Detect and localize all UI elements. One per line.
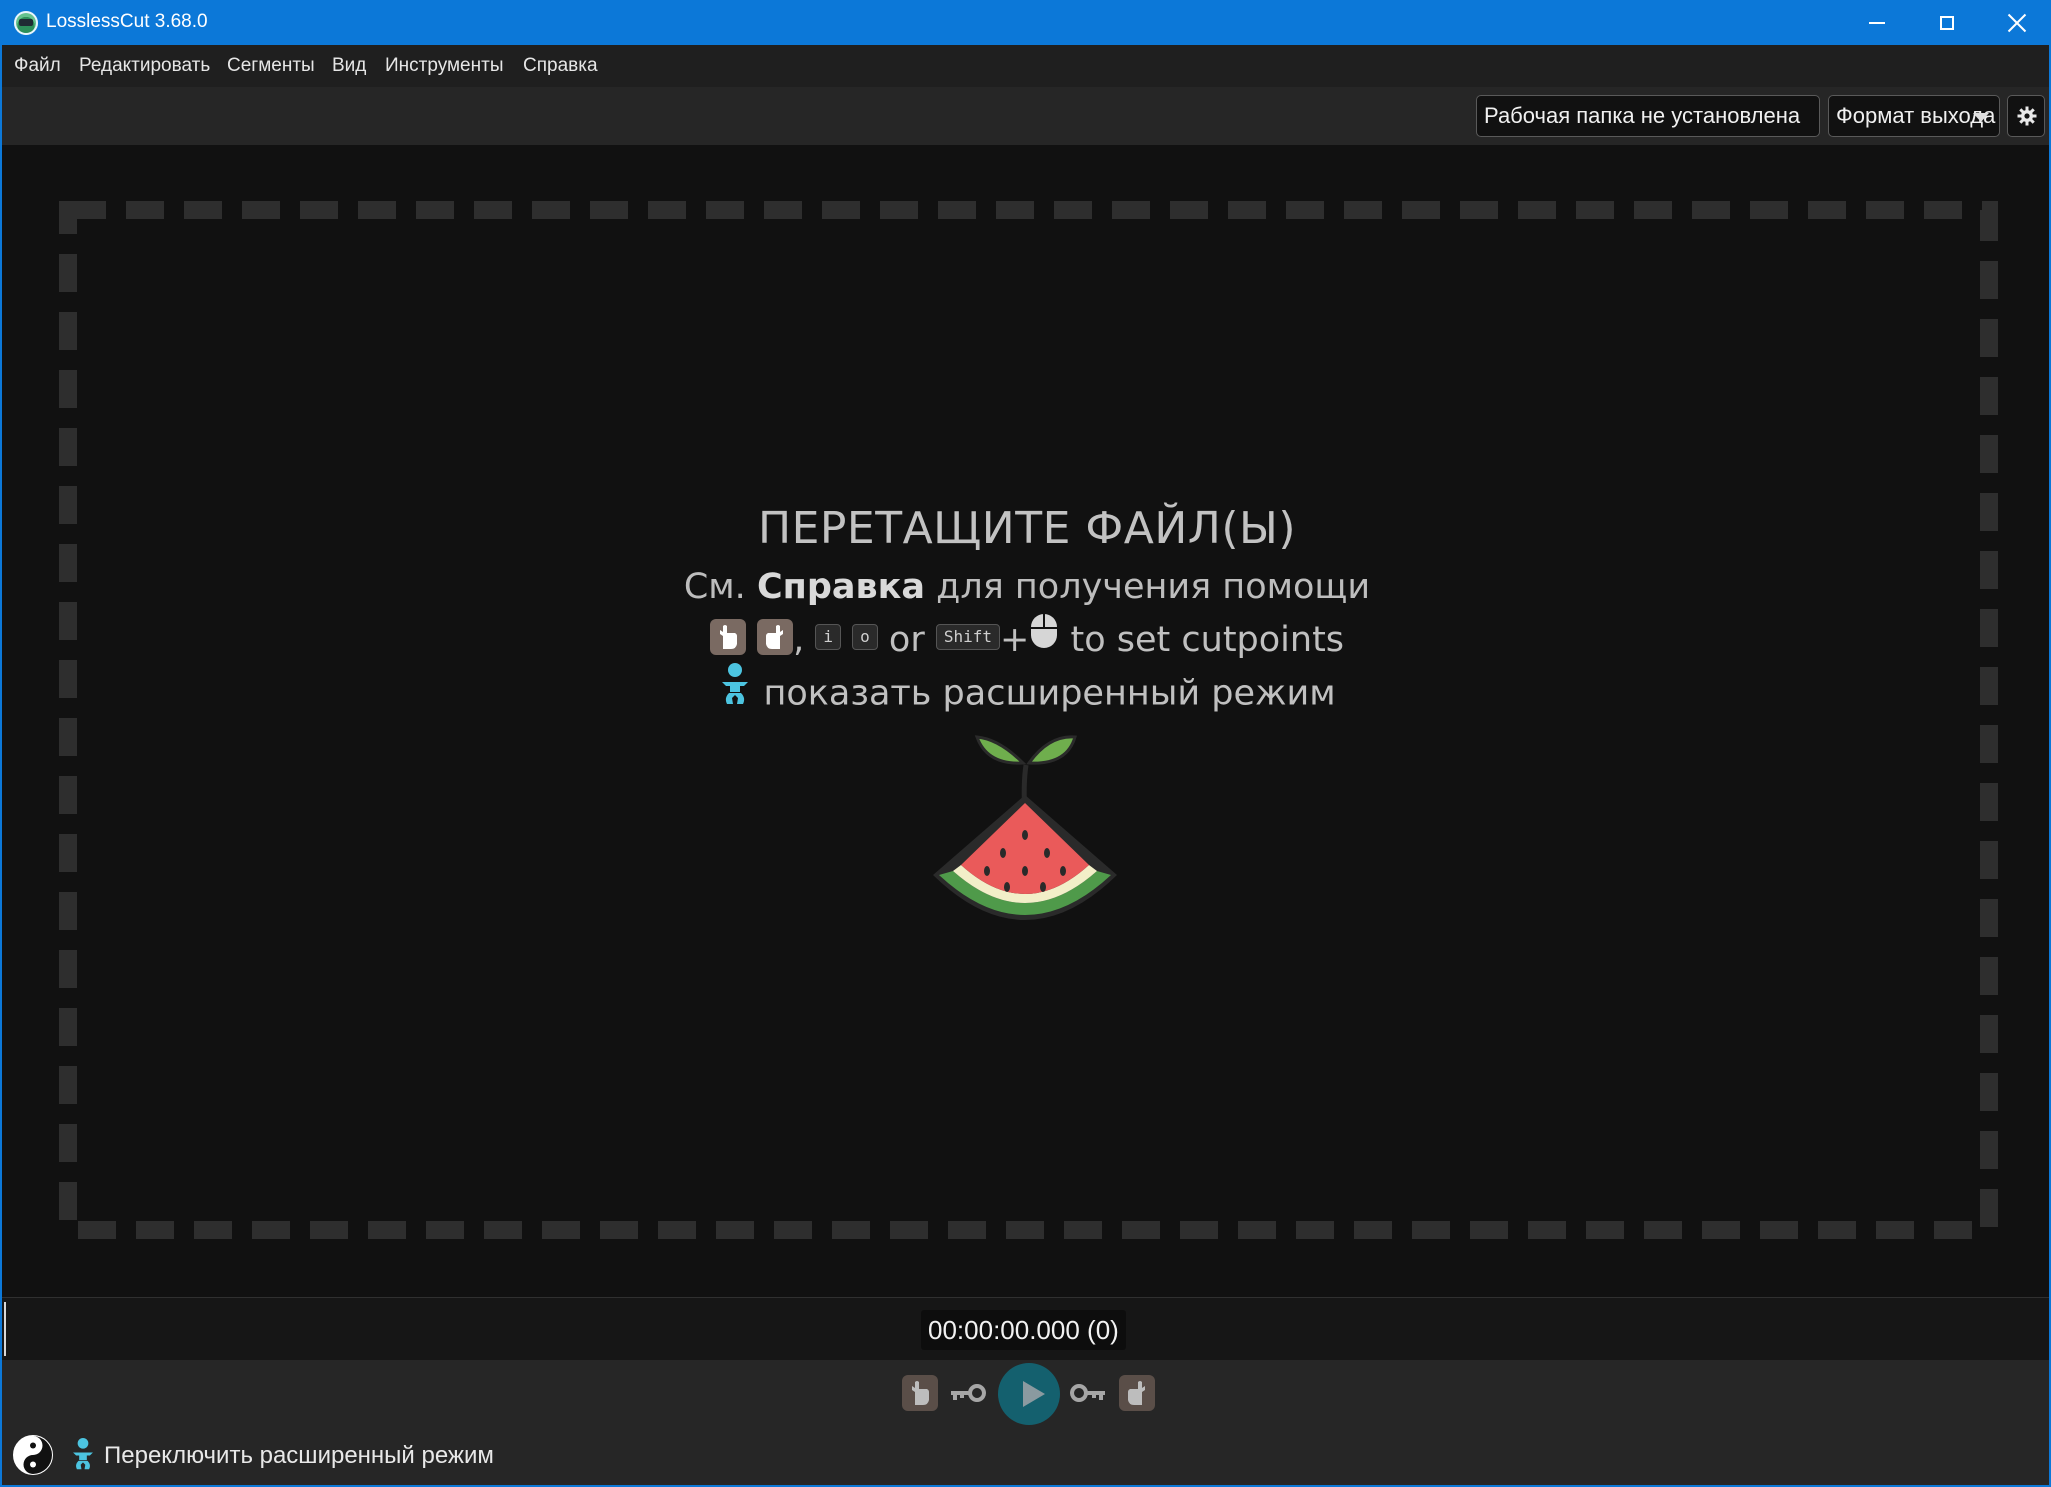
toggle-advanced-label[interactable]: Переключить расширенный режим (104, 1442, 494, 1470)
cutpoint-hint: , i o or Shift + to set cutpoints (602, 614, 1452, 666)
theme-toggle-button[interactable] (12, 1434, 54, 1480)
set-start-hand-icon (709, 619, 746, 655)
set-cut-start-button[interactable] (902, 1375, 938, 1411)
output-format-label: Формат выхода (1836, 103, 1996, 128)
settings-button[interactable] (2007, 95, 2045, 137)
play-button[interactable] (998, 1363, 1060, 1425)
app-window: LosslessCut 3.68.0 Файл Редактировать Се… (0, 0, 2051, 1487)
help-suffix: для получения помощи (936, 567, 1371, 607)
baby-icon (73, 1437, 93, 1470)
cut-or: or (888, 620, 925, 660)
app-logo-icon (14, 11, 38, 35)
output-format-select[interactable]: Формат выхода (1828, 95, 2000, 137)
hand-left-icon (912, 1381, 929, 1405)
maximize-button[interactable] (1912, 0, 1982, 45)
hand-right-icon (1128, 1381, 1145, 1405)
maximize-icon (1940, 15, 1954, 30)
drop-instructions: ПЕРЕТАЩИТЕ ФАЙЛ(Ы) См. Справка для получ… (602, 500, 1452, 723)
drop-area[interactable]: ПЕРЕТАЩИТЕ ФАЙЛ(Ы) См. Справка для получ… (2, 145, 2049, 1297)
gear-icon (2017, 106, 2037, 126)
timeline[interactable]: 00:00:00.000 (0) (2, 1297, 2049, 1361)
menu-tools[interactable]: Инструменты (385, 55, 503, 77)
key-shift: Shift (935, 624, 1001, 650)
toggle-advanced-icon-button[interactable] (70, 1437, 96, 1475)
watermelon-logo-icon (933, 735, 1117, 920)
menu-bar: Файл Редактировать Сегменты Вид Инструме… (2, 45, 2049, 87)
set-end-hand-icon (757, 619, 794, 655)
drop-title: ПЕРЕТАЩИТЕ ФАЙЛ(Ы) (757, 503, 1297, 554)
chevron-down-icon (1973, 113, 1989, 122)
help-prefix: См. (683, 567, 746, 607)
cut-suffix: to set cutpoints (1070, 620, 1345, 660)
menu-help[interactable]: Справка (523, 55, 598, 77)
help-hint: См. Справка для получения помощи (602, 558, 1452, 616)
cut-plus: + (1000, 620, 1030, 660)
key-i: i (815, 624, 841, 650)
cut-separator: , (793, 620, 805, 660)
menu-edit[interactable]: Редактировать (79, 55, 210, 77)
timeline-cursor[interactable] (4, 1302, 6, 1356)
menu-view[interactable]: Вид (332, 55, 366, 77)
minimize-button[interactable] (1842, 0, 1912, 45)
playback-controls: Переключить расширенный режим (2, 1360, 2049, 1485)
key-o: o (852, 624, 878, 650)
close-button[interactable] (1982, 0, 2051, 45)
key-right-icon (1070, 1384, 1105, 1402)
advanced-mode-hint[interactable]: показать расширенный режим (602, 663, 1452, 723)
close-icon (2007, 13, 2027, 33)
minimize-icon (1869, 21, 1885, 24)
yin-yang-icon (13, 1435, 53, 1475)
menu-segments[interactable]: Сегменты (227, 55, 315, 77)
window-title: LosslessCut 3.68.0 (46, 11, 208, 32)
advanced-mode-label: показать расширенный режим (763, 673, 1336, 714)
title-bar: LosslessCut 3.68.0 (2, 0, 2051, 45)
top-toolbar: Рабочая папка не установлена Формат выхо… (2, 87, 2049, 145)
jump-end-keyframe-button[interactable] (1069, 1382, 1107, 1408)
baby-icon (718, 662, 752, 719)
menu-file[interactable]: Файл (14, 55, 61, 77)
working-directory-button[interactable]: Рабочая папка не установлена (1476, 95, 1820, 137)
mouse-icon (1029, 612, 1059, 662)
help-link[interactable]: Справка (757, 567, 925, 607)
key-left-icon (951, 1384, 986, 1402)
jump-start-keyframe-button[interactable] (949, 1382, 987, 1408)
current-time-display[interactable]: 00:00:00.000 (0) (921, 1310, 1126, 1350)
set-cut-end-button[interactable] (1119, 1375, 1155, 1411)
